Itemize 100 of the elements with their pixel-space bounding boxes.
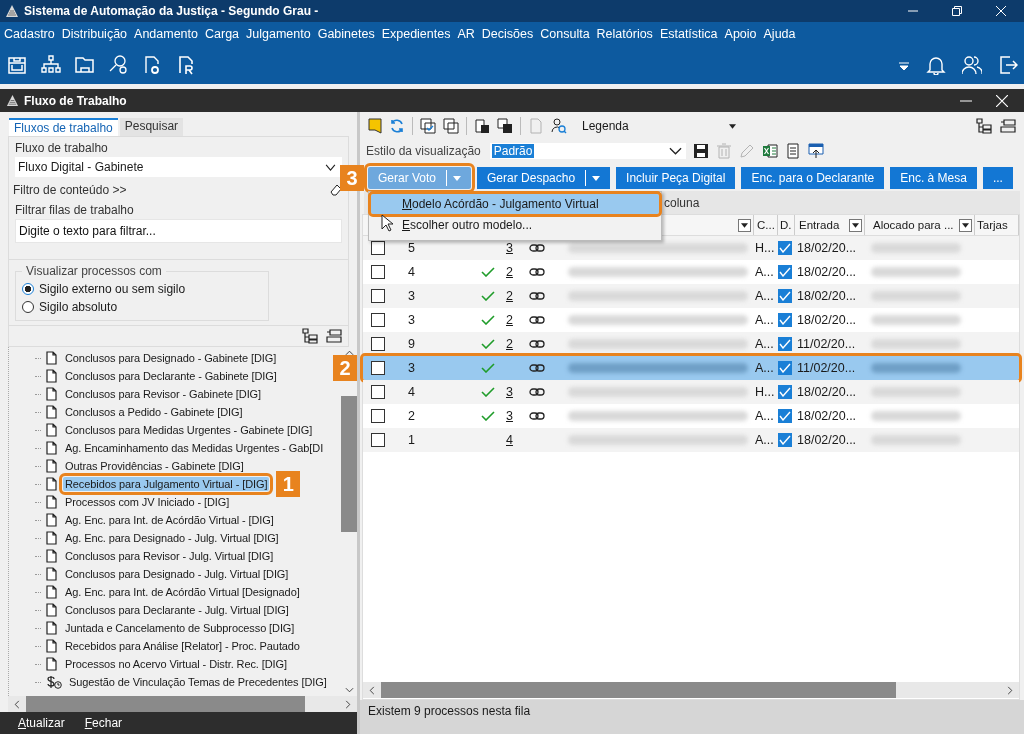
table-link[interactable]: 3 — [506, 409, 513, 423]
users-icon[interactable] — [962, 55, 982, 75]
close-icon[interactable] — [996, 94, 1008, 107]
table-row[interactable]: 4 2 A... 18/02/20... — [363, 260, 1019, 284]
chevron-left-icon[interactable] — [369, 685, 375, 695]
queue-item[interactable]: Juntada e Cancelamento de Subprocesso [DIG] — [63, 621, 297, 635]
menu-item[interactable]: Gabinetes — [317, 27, 375, 41]
refresh-icon[interactable] — [389, 118, 405, 134]
table-row[interactable]: 3 2 A... 18/02/20... — [363, 284, 1019, 308]
table-row[interactable]: 9 2 A... 11/02/20... — [363, 332, 1019, 356]
table-link[interactable]: 3 — [506, 241, 513, 255]
document-lines-icon[interactable] — [784, 143, 801, 159]
queue-item[interactable]: Outras Providências - Gabinete [DIG] — [63, 459, 246, 473]
chevron-up-icon[interactable] — [344, 350, 354, 356]
action-button[interactable]: Incluir Peça Digital — [616, 167, 736, 189]
filter-button[interactable] — [959, 218, 972, 232]
queue-item[interactable]: Ag. Enc. para Int. de Acórdão Virtual - [DIG] — [63, 513, 276, 527]
row-checkbox[interactable] — [371, 385, 385, 399]
table-row[interactable]: 3 2 A... 18/02/20... — [363, 308, 1019, 332]
menu-item[interactable]: Julgamento — [246, 27, 311, 41]
row-checkbox[interactable] — [371, 361, 385, 375]
row-checkbox[interactable] — [371, 289, 385, 303]
radio-option[interactable]: Sigilo absoluto — [22, 298, 260, 316]
row-checkbox[interactable] — [371, 409, 385, 423]
view-style-select[interactable]: Padrão — [489, 143, 686, 159]
chevron-right-icon[interactable] — [1007, 685, 1013, 695]
queue-item[interactable]: Processos com JV Iniciado - [DIG] — [63, 495, 232, 509]
table-row[interactable]: 2 3 A... 18/02/20... — [363, 404, 1019, 428]
exit-icon[interactable] — [998, 55, 1018, 75]
row-checkbox[interactable] — [371, 265, 385, 279]
chevron-left-icon[interactable] — [14, 699, 20, 709]
menu-item[interactable]: Escolher outro modelo... — [371, 215, 659, 235]
table-link[interactable]: 4 — [506, 433, 513, 447]
row-checkbox[interactable] — [371, 241, 385, 255]
tab[interactable]: Pesquisar — [119, 118, 184, 136]
search-settings-icon[interactable] — [109, 55, 129, 75]
queue-item[interactable]: Conclusos para Designado - Julg. Virtual [DIG] — [63, 567, 291, 581]
save-icon[interactable] — [497, 118, 513, 134]
menu-item[interactable]: Distribuição — [61, 27, 128, 41]
scrollbar-thumb[interactable] — [381, 682, 896, 698]
filter-button[interactable] — [738, 218, 751, 232]
radio-option[interactable]: Sigilo externo ou sem sigilo — [22, 280, 260, 298]
table-link[interactable]: 2 — [506, 289, 513, 303]
menu-item[interactable]: Expedientes — [381, 27, 451, 41]
radio-button[interactable] — [22, 283, 34, 295]
action-button[interactable]: Gerar Despacho — [477, 167, 611, 189]
hierarchy-icon[interactable] — [41, 55, 61, 75]
legend-dropdown[interactable]: Legenda — [582, 119, 736, 133]
bell-icon[interactable] — [926, 55, 946, 75]
action-link[interactable]: Atualizar — [18, 716, 65, 730]
content-filter-link[interactable]: Filtro de conteúdo >> — [13, 183, 127, 197]
action-button[interactable]: ... — [982, 167, 1013, 189]
folder-icon[interactable] — [75, 55, 95, 75]
queue-item[interactable]: Conclusos para Revisor - Julg. Virtual [DIG] — [63, 549, 276, 563]
tray-icon[interactable] — [7, 55, 27, 75]
tree-expand-icon[interactable] — [976, 118, 992, 134]
queue-item[interactable]: Processos no Acervo Virtual - Distr. Rec. [DIG] — [63, 657, 289, 671]
table-link[interactable]: 2 — [506, 313, 513, 327]
checked-copy-icon[interactable] — [420, 118, 436, 134]
action-button[interactable]: Enc. à Mesa — [890, 167, 977, 189]
queue-item[interactable]: Ag. Enc. para Designado - Julg. Virtual [DIG] — [63, 531, 281, 545]
queue-item[interactable]: Ag. Encaminhamento das Medidas Urgentes - Gab[DI — [63, 441, 326, 455]
user-search-icon[interactable] — [551, 118, 567, 134]
queue-item[interactable]: Conclusos para Medidas Urgentes - Gabinete [DIG] — [63, 423, 315, 437]
save-icon[interactable] — [692, 143, 709, 159]
eraser-icon[interactable] — [330, 184, 342, 196]
menu-item[interactable]: Andamento — [134, 27, 198, 41]
column-header[interactable]: Tarjas — [975, 219, 1016, 231]
queue-item[interactable]: Conclusos para Declarante - Gabinete [DIG] — [63, 369, 279, 383]
queue-item[interactable]: Conclusos para Revisor - Gabinete [DIG] — [63, 387, 264, 401]
table-link[interactable]: 2 — [506, 337, 513, 351]
menu-item[interactable]: Cadastro — [4, 27, 55, 41]
queue-item[interactable]: Conclusos para Designado - Gabinete [DIG] — [63, 351, 279, 365]
radio-button[interactable] — [22, 301, 34, 313]
menu-item[interactable]: Modelo Acórdão - Julgamento Virtual — [371, 194, 659, 214]
horizontal-scrollbar[interactable] — [8, 696, 357, 712]
row-checkbox[interactable] — [371, 313, 385, 327]
column-header[interactable]: Alocado para ... — [871, 219, 957, 231]
table-row[interactable]: 4 3 H... 18/02/20... — [363, 380, 1019, 404]
tree-expand-icon[interactable] — [302, 328, 318, 344]
dropdown-caret-icon[interactable] — [898, 59, 910, 71]
filter-button[interactable] — [849, 218, 862, 232]
table-link[interactable]: 2 — [506, 265, 513, 279]
action-link[interactable]: Fechar — [84, 716, 123, 730]
copy-icon[interactable] — [443, 118, 459, 134]
action-button[interactable]: Enc. para o Declarante — [741, 167, 885, 189]
horizontal-scrollbar[interactable] — [363, 682, 1019, 698]
menu-item[interactable]: AR — [457, 27, 475, 41]
column-header[interactable]: Entrada — [797, 219, 847, 231]
restore-icon[interactable] — [952, 6, 962, 16]
menu-item[interactable]: Ajuda — [763, 27, 796, 41]
chevron-down-icon[interactable] — [344, 687, 354, 693]
clipboard-save-icon[interactable] — [474, 118, 490, 134]
queue-item[interactable]: Conclusos a Pedido - Gabinete [DIG] — [63, 405, 245, 419]
tree-collapse-icon[interactable] — [326, 328, 342, 344]
table-row[interactable]: 1 4 A... 18/02/20... — [363, 428, 1019, 452]
chevron-right-icon[interactable] — [345, 699, 351, 709]
menu-item[interactable]: Relatórios — [596, 27, 653, 41]
scrollbar-thumb[interactable] — [26, 696, 305, 712]
queue-item[interactable]: Sugestão de Vinculação Temas de Precedentes [DIG] — [67, 675, 329, 689]
